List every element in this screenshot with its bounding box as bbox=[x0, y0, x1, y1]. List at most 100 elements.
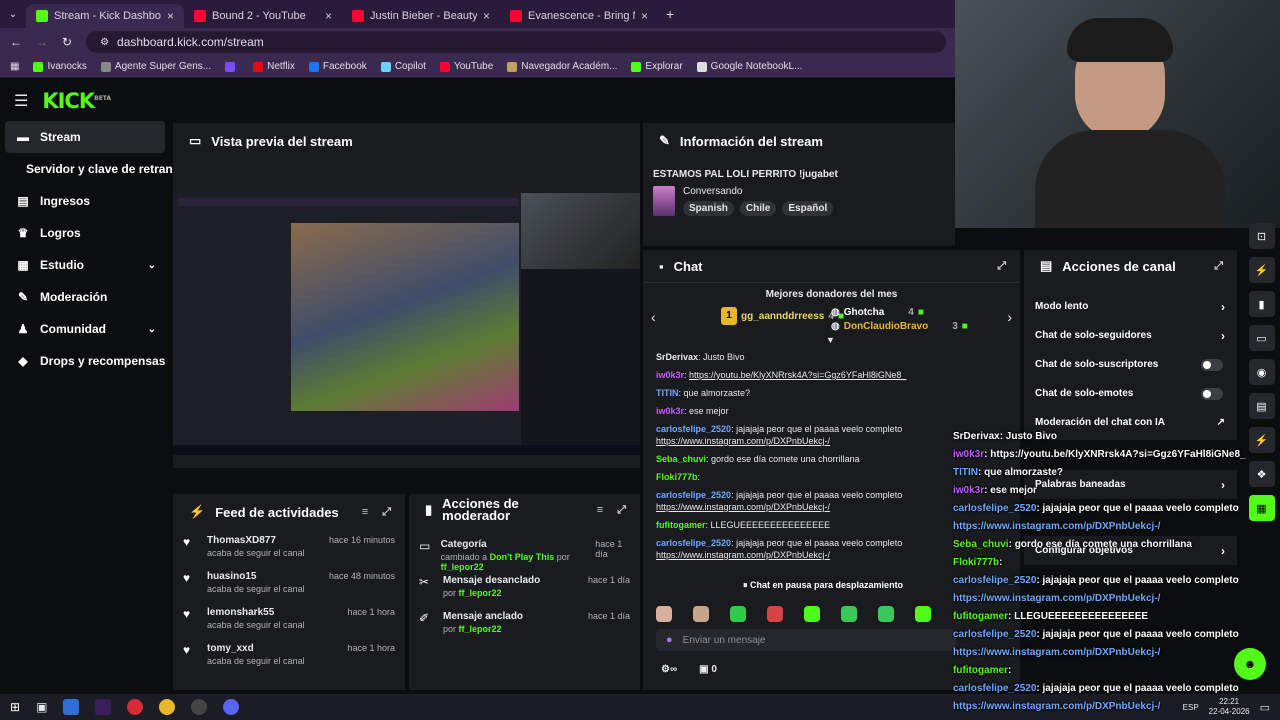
tab-close-icon[interactable]: × bbox=[641, 9, 648, 23]
chat-username[interactable]: Floki777b bbox=[656, 472, 698, 482]
quick-action-button[interactable]: ⚡ bbox=[1248, 257, 1275, 283]
chat-username[interactable]: Seba_chuvi bbox=[656, 454, 706, 464]
sidebar-item-1[interactable]: Servidor y clave de retransmisión bbox=[0, 153, 218, 185]
mod-action-target[interactable]: Don't Play This bbox=[490, 552, 555, 562]
tab-list-chevron-icon[interactable]: ⌄ bbox=[0, 9, 26, 20]
bookmark-item[interactable]: YouTube bbox=[439, 61, 493, 72]
hamburger-menu-icon[interactable]: ☰ bbox=[14, 91, 28, 111]
site-info-icon[interactable]: ⚙ bbox=[100, 37, 109, 48]
mod-action-item[interactable]: ✂ Mensaje desanclado por ff_lepor22 hace 1 … bbox=[409, 570, 640, 606]
browser-tab[interactable]: Justin Bieber - Beauty And A B × bbox=[342, 4, 500, 28]
chat-username[interactable]: carlosfelipe_2520 bbox=[656, 490, 731, 500]
chat-link[interactable]: https://youtu.be/KlyXNRrsk4A?si=Ggz6YFaH… bbox=[689, 370, 906, 380]
chat-username[interactable]: SrDerivax bbox=[656, 352, 698, 362]
kick-logo[interactable]: KICKBETA bbox=[42, 89, 111, 113]
chat-link[interactable]: https://www.instagram.com/p/DXPnbUekcj-/ bbox=[656, 436, 830, 446]
collapse-icon[interactable]: ▼ bbox=[826, 335, 835, 345]
toggle-switch[interactable] bbox=[1201, 358, 1223, 371]
taskbar-app-icon[interactable] bbox=[223, 699, 240, 715]
quick-action-button[interactable]: ◉ bbox=[1248, 359, 1275, 385]
popout-icon[interactable]: ⤢ bbox=[1214, 260, 1223, 273]
chat-message[interactable]: TITIN: que almorzaste? bbox=[643, 387, 1020, 399]
quick-action-button[interactable]: ⊡ bbox=[1248, 223, 1275, 249]
bookmark-item[interactable]: Agente Super Gens... bbox=[100, 61, 211, 72]
tab-close-icon[interactable]: × bbox=[483, 9, 490, 23]
donor-entry[interactable]: ◍ Ghotcha 4 ■ bbox=[831, 307, 924, 318]
chat-link[interactable]: https://www.instagram.com/p/DXPnbUekcj-/ bbox=[656, 550, 830, 560]
popout-icon[interactable]: ⤢ bbox=[997, 260, 1006, 273]
chat-username[interactable]: carlosfelipe_2520 bbox=[656, 538, 731, 548]
activity-item[interactable]: ♥ huasino15 acaba de seguir el canal hace 4… bbox=[173, 566, 405, 602]
bookmark-item[interactable]: Netflix bbox=[253, 61, 295, 72]
activity-item[interactable]: ♥ tomy_xxd acaba de seguir el canal hace 1 … bbox=[173, 638, 405, 674]
stream-tag[interactable]: Español bbox=[782, 201, 834, 216]
back-arrow-icon[interactable]: ← bbox=[10, 35, 22, 49]
emote-icon[interactable] bbox=[878, 606, 894, 622]
taskbar-app-icon[interactable] bbox=[159, 699, 176, 715]
mic-icon[interactable]: ● bbox=[666, 634, 673, 646]
url-field[interactable]: ⚙ dashboard.kick.com/stream bbox=[86, 31, 947, 53]
info-body[interactable]: ESTAMOS PAL LOLI PERRITO !jugabet Conver… bbox=[643, 159, 955, 216]
chat-username[interactable]: iw0k3r bbox=[656, 370, 684, 380]
channel-action-item[interactable]: Modo lento › bbox=[1024, 292, 1237, 321]
donor-entry[interactable]: 1 gg_aannddrreess 4 ■ bbox=[721, 307, 844, 325]
notification-icon[interactable]: ▭ bbox=[1260, 701, 1270, 714]
tab-close-icon[interactable]: × bbox=[325, 9, 332, 23]
stream-tag[interactable]: Chile bbox=[739, 201, 777, 216]
reload-icon[interactable]: ↻ bbox=[62, 35, 72, 49]
emote-icon[interactable] bbox=[767, 606, 783, 622]
channel-action-item[interactable]: Chat de solo-seguidores › bbox=[1024, 321, 1237, 350]
channel-action-item[interactable]: Chat de solo-emotes bbox=[1024, 379, 1237, 408]
emote-icon[interactable] bbox=[804, 606, 820, 622]
external-link-icon[interactable]: ↗ bbox=[1217, 417, 1225, 428]
bookmark-item[interactable]: Google NotebookL... bbox=[696, 61, 802, 72]
mod-action-item[interactable]: ✐ Mensaje anclado por ff_lepor22 hace 1 día bbox=[409, 606, 640, 642]
chat-message[interactable]: SrDerivax: Justo Bivo bbox=[643, 351, 1020, 363]
quick-action-button[interactable]: ▭ bbox=[1248, 325, 1275, 351]
chat-message[interactable]: iw0k3r: https://youtu.be/KlyXNRrsk4A?si=… bbox=[643, 369, 1020, 381]
mod-action-user[interactable]: ff_lepor22 bbox=[459, 588, 502, 598]
sidebar-item-4[interactable]: ▦ Estudio ⌄ bbox=[0, 249, 170, 281]
sidebar-item-7[interactable]: ◆ Drops y recompensas bbox=[0, 345, 170, 377]
bookmark-item[interactable]: Navegador Académ... bbox=[507, 61, 617, 72]
taskbar-app-icon[interactable] bbox=[191, 699, 208, 715]
taskbar-app-icon[interactable] bbox=[63, 699, 80, 715]
activity-item[interactable]: ♥ lemonshark55 acaba de seguir el canal hac… bbox=[173, 602, 405, 638]
stream-preview-video[interactable] bbox=[173, 193, 640, 455]
quick-action-button[interactable]: ▤ bbox=[1248, 393, 1275, 419]
emote-icon[interactable] bbox=[730, 606, 746, 622]
mod-action-user[interactable]: ff_lepor22 bbox=[441, 562, 484, 572]
emote-icon[interactable] bbox=[915, 606, 931, 622]
new-tab-plus-icon[interactable]: + bbox=[666, 6, 674, 22]
bookmark-item[interactable] bbox=[225, 61, 239, 72]
popout-icon[interactable]: ⤢ bbox=[382, 506, 391, 519]
chat-message[interactable]: iw0k3r: ese mejor bbox=[643, 405, 1020, 417]
tab-close-icon[interactable]: × bbox=[167, 9, 174, 23]
mod-action-user[interactable]: ff_lepor22 bbox=[459, 624, 502, 634]
sidebar-item-5[interactable]: ✎ Moderación bbox=[0, 281, 170, 313]
emote-icon[interactable] bbox=[656, 606, 672, 622]
chat-username[interactable]: TITIN bbox=[656, 388, 679, 398]
filter-icon[interactable]: ≡ bbox=[597, 504, 603, 517]
chat-username[interactable]: carlosfelipe_2520 bbox=[656, 424, 731, 434]
apps-grid-icon[interactable]: ▦ bbox=[10, 61, 19, 72]
pin-counter[interactable]: ▣ 0 bbox=[699, 664, 717, 675]
toggle-switch[interactable] bbox=[1201, 387, 1223, 400]
windows-start-icon[interactable]: ⊞ bbox=[10, 700, 20, 714]
chat-paused-banner[interactable]: ⏸ Chat en pausa para desplazamiento bbox=[743, 580, 904, 591]
bookmark-item[interactable]: Ivanocks bbox=[33, 61, 87, 72]
task-view-icon[interactable]: ▣ bbox=[36, 700, 47, 714]
sidebar-item-6[interactable]: ♟ Comunidad ⌄ bbox=[0, 313, 170, 345]
bookmark-item[interactable]: Facebook bbox=[308, 61, 367, 72]
emote-icon[interactable] bbox=[693, 606, 709, 622]
browser-tab[interactable]: Evanescence - Bring Me To Life × bbox=[500, 4, 658, 28]
chat-username[interactable]: iw0k3r bbox=[656, 406, 684, 416]
stream-tag[interactable]: Spanish bbox=[683, 201, 734, 216]
browser-tab[interactable]: Bound 2 - YouTube × bbox=[184, 4, 342, 28]
settings-infinity-icon[interactable]: ⚙∞ bbox=[661, 664, 677, 675]
donor-entry[interactable]: ◍ DonClaudioBravo 3 ■ bbox=[831, 321, 968, 332]
filter-icon[interactable]: ≡ bbox=[362, 506, 368, 519]
sidebar-item-3[interactable]: ♛ Logros bbox=[0, 217, 170, 249]
chat-input[interactable]: ● Enviar un mensaje bbox=[656, 629, 956, 651]
emote-icon[interactable] bbox=[841, 606, 857, 622]
